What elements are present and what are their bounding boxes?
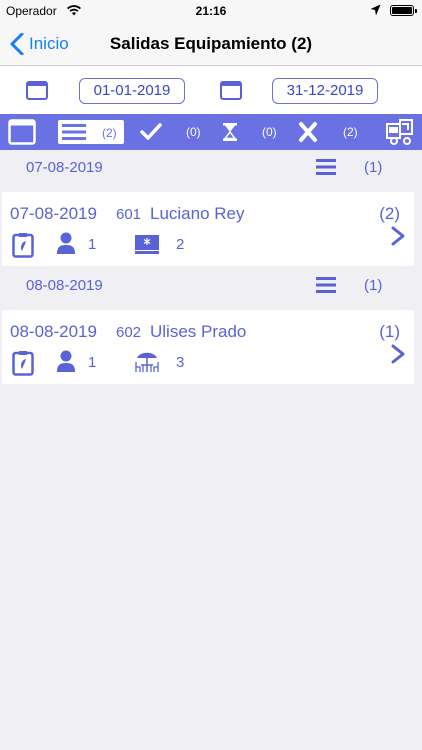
- group-header: 07-08-2019 (1): [0, 150, 422, 186]
- group-date: 07-08-2019: [26, 159, 103, 176]
- clipboard-icon: [12, 351, 34, 376]
- calendar-icon[interactable]: [220, 80, 242, 100]
- item-count: (2): [379, 204, 400, 223]
- chevron-right-icon[interactable]: [390, 344, 406, 364]
- chevron-right-icon[interactable]: [390, 226, 406, 246]
- equipment-count: 2: [176, 236, 185, 253]
- checkmark-icon[interactable]: [140, 122, 162, 142]
- item-count: (1): [379, 322, 400, 341]
- item-number: 602: [116, 324, 142, 341]
- table-umbrella-icon: [135, 352, 159, 372]
- cancel-x-icon[interactable]: [298, 122, 318, 142]
- list-count: (2): [102, 126, 117, 140]
- item-name: Ulises Prado: [150, 322, 247, 341]
- page-title: Salidas Equipamiento (2): [109, 34, 313, 53]
- hourglass-icon[interactable]: [222, 122, 238, 142]
- pending-count: (0): [262, 125, 277, 139]
- date-from-field[interactable]: 01-01-2019: [79, 78, 185, 104]
- list-icon[interactable]: [316, 158, 336, 176]
- equipment-count: 3: [176, 354, 185, 371]
- item-date: 08-08-2019: [10, 322, 97, 341]
- screen-icon: [135, 235, 159, 254]
- calendar-filter-icon[interactable]: [8, 119, 36, 145]
- filter-toolbar: (2) (0) (0) (2): [0, 114, 422, 150]
- status-bar: Operador 21:16: [0, 0, 422, 22]
- person-icon: [57, 350, 75, 372]
- group-header: 08-08-2019 (1): [0, 268, 422, 304]
- calendar-icon[interactable]: [26, 80, 48, 100]
- person-icon: [57, 232, 75, 254]
- item-name: Luciano Rey: [150, 204, 245, 223]
- group-date: 08-08-2019: [26, 277, 103, 294]
- list-icon: [62, 124, 86, 140]
- person-count: 1: [88, 354, 97, 371]
- list-filter-tab[interactable]: (2): [58, 120, 124, 144]
- cancel-count: (2): [343, 125, 358, 139]
- navigation-bar: Inicio Salidas Equipamiento (2): [0, 22, 422, 66]
- clock: 21:16: [195, 4, 227, 18]
- location-arrow-icon: [370, 4, 381, 16]
- forklift-icon[interactable]: [386, 118, 414, 146]
- list-icon[interactable]: [316, 276, 336, 294]
- item-date: 07-08-2019: [10, 204, 97, 223]
- date-to-field[interactable]: 31-12-2019: [272, 78, 378, 104]
- battery-icon: [390, 5, 417, 16]
- check-count: (0): [186, 125, 201, 139]
- list-item[interactable]: 08-08-2019 602 Ulises Prado (1) 1 3: [2, 310, 414, 384]
- group-count: (1): [364, 159, 383, 176]
- clipboard-icon: [12, 233, 34, 258]
- list-item[interactable]: 07-08-2019 601 Luciano Rey (2) 1 2: [2, 192, 414, 266]
- date-filter-row: 01-01-2019 31-12-2019: [0, 66, 422, 114]
- item-number: 601: [116, 206, 142, 223]
- person-count: 1: [88, 236, 97, 253]
- group-count: (1): [364, 277, 383, 294]
